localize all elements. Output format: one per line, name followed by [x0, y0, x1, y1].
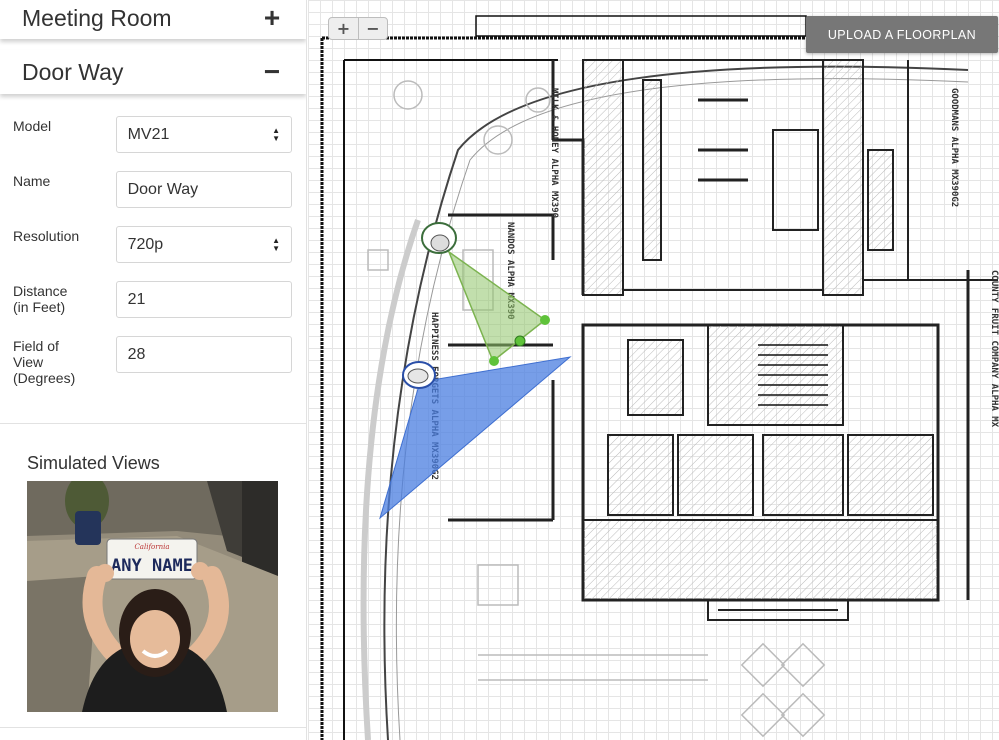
room-label-milk-honey: MILK & HONEY ALPHA MX390: [549, 88, 559, 218]
select-arrows-icon: ▲ ▼: [272, 235, 280, 253]
room-label-county: COUNTY FRUIT COMPANY ALPHA MX: [989, 270, 999, 428]
select-arrows-icon: ▲ ▼: [272, 125, 280, 143]
distance-input[interactable]: [127, 290, 280, 309]
floorplan-drawing[interactable]: MILK & HONEY ALPHA MX390 NANDOS ALPHA MX…: [308, 0, 999, 740]
divider: [0, 727, 306, 728]
fov-label-line3: (Degrees): [13, 370, 76, 386]
room-label-goodmans: GOODMANS ALPHA MX390G2: [949, 88, 959, 207]
camera-icon[interactable]: [421, 222, 457, 254]
zoom-in-button[interactable]: +: [329, 18, 358, 39]
plate-state: California: [134, 543, 169, 551]
name-label: Name: [13, 173, 51, 189]
section-title: Door Way: [22, 58, 124, 85]
model-select[interactable]: MV21 ▲ ▼: [115, 116, 292, 153]
fov-handle[interactable]: [489, 356, 499, 366]
resolution-value: 720p: [127, 235, 164, 253]
model-label: Model: [13, 118, 52, 134]
simulated-scene: California ANY NAME: [27, 481, 278, 712]
resolution-select[interactable]: 720p ▲ ▼: [115, 226, 292, 263]
fov-input[interactable]: [127, 345, 280, 364]
divider: [0, 423, 306, 424]
distance-input-wrap[interactable]: [115, 281, 292, 318]
fov-label-line1: Field of: [13, 338, 59, 354]
simulated-views-title: Simulated Views: [27, 453, 160, 473]
section-header-door-way[interactable]: Door Way −: [0, 50, 306, 94]
zoom-controls: + −: [328, 17, 388, 40]
expand-plus-icon[interactable]: +: [260, 4, 284, 32]
building-core: [581, 270, 970, 621]
section-title: Meeting Room: [22, 4, 172, 31]
fov-handle[interactable]: [540, 315, 550, 325]
name-input[interactable]: [127, 180, 280, 199]
floorplan-map[interactable]: MILK & HONEY ALPHA MX390 NANDOS ALPHA MX…: [308, 0, 999, 740]
camera-icon[interactable]: [402, 361, 436, 389]
fov-input-wrap[interactable]: [115, 336, 292, 373]
collapse-minus-icon[interactable]: −: [260, 58, 284, 86]
distance-label: Distance (in Feet): [13, 281, 116, 315]
resolution-label: Resolution: [13, 228, 80, 244]
distance-label-line1: Distance: [13, 283, 68, 299]
section-header-meeting-room[interactable]: Meeting Room +: [0, 0, 306, 39]
restroom-block: [582, 59, 998, 296]
plate-text: ANY NAME: [111, 556, 193, 576]
fov-label: Field of View (Degrees): [13, 336, 116, 386]
camera-form: Model MV21 ▲▼ Name Resolution 720p ▲▼ Di…: [0, 94, 306, 386]
zoom-out-button[interactable]: −: [358, 18, 387, 39]
upload-floorplan-button[interactable]: UPLOAD A FLOORPLAN: [806, 16, 998, 53]
model-value: MV21: [127, 125, 170, 143]
distance-label-line2: (in Feet): [13, 299, 66, 315]
fov-label-line2: View: [13, 354, 44, 370]
name-input-wrap[interactable]: [115, 171, 292, 208]
fov-handle[interactable]: [514, 335, 526, 347]
sidebar: Meeting Room + Door Way − Model MV21 ▲ ▼ …: [0, 0, 307, 740]
simulated-view-image: California ANY NAME: [27, 481, 278, 712]
